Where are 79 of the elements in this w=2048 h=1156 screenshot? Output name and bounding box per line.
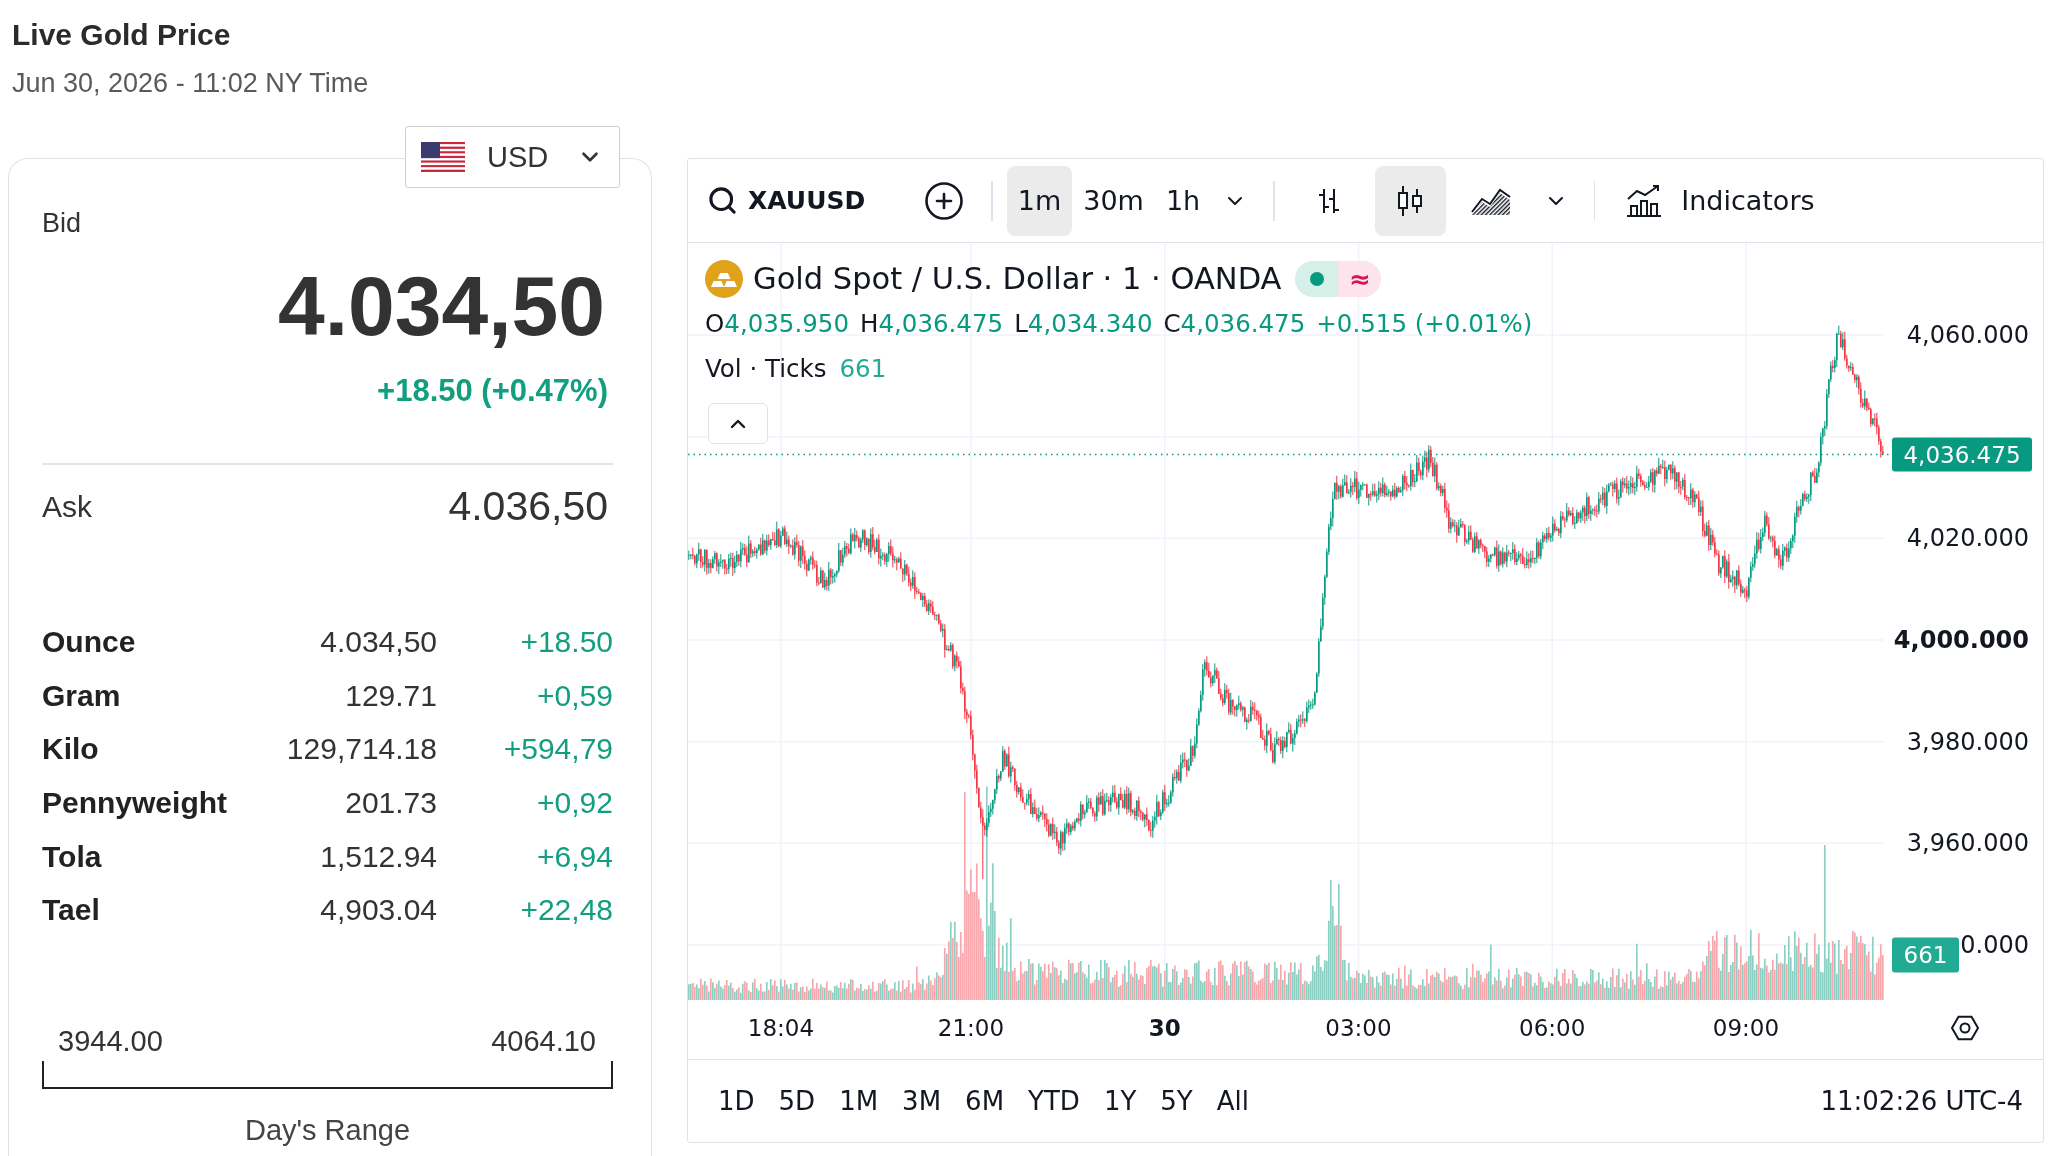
volume-label: Vol · Ticks <box>705 356 827 382</box>
settings-icon[interactable] <box>1950 1015 1980 1041</box>
range-tab[interactable]: 6M <box>953 1079 1017 1122</box>
volume-value: 661 <box>839 356 887 382</box>
clock: 11:02:26 UTC-4 <box>1820 1087 2023 1114</box>
ohlc-label: L <box>1014 311 1028 337</box>
range-tab[interactable]: 1M <box>827 1079 891 1122</box>
bid-price: 4.034,50 <box>277 261 605 351</box>
unit-change: +22,48 <box>519 895 613 926</box>
currency-select[interactable]: USD <box>405 126 620 188</box>
unit-name: Tael <box>42 895 101 926</box>
interval-tab[interactable]: 1h <box>1154 165 1212 236</box>
indicators-button[interactable]: Indicators <box>1609 165 1831 236</box>
unit-price: 4,903.04 <box>319 895 437 926</box>
time-axis-label: 21:00 <box>937 1015 1005 1041</box>
bar-line-chart-icon[interactable] <box>1625 183 1664 218</box>
ohlc-value: 4,036.475 <box>878 311 1004 337</box>
range-tab[interactable]: 1Y <box>1091 1079 1149 1122</box>
volume-tag: 661 <box>1892 937 1959 973</box>
range-tab[interactable]: All <box>1204 1079 1261 1122</box>
chart-type-button[interactable] <box>1374 165 1446 236</box>
ohlc-value: 4,034.340 <box>1027 311 1153 337</box>
unit-change: +0,92 <box>536 788 613 819</box>
price-axis-label: 4,020.000 <box>1906 524 2029 553</box>
ohlc-label: C <box>1163 311 1181 337</box>
us-flag-icon <box>421 142 465 172</box>
range-caption: Day's Range <box>243 1113 412 1148</box>
time-axis-label: 03:00 <box>1325 1015 1392 1041</box>
search-icon[interactable] <box>707 185 738 216</box>
range-high: 4064.10 <box>491 1026 596 1056</box>
unit-change: +594,79 <box>502 734 613 765</box>
range-low: 3944.00 <box>58 1026 163 1056</box>
unit-name: Gram <box>42 680 122 711</box>
page-title: Live Gold Price <box>12 17 232 53</box>
unit-change: +18.50 <box>519 627 613 658</box>
ohlc-change: +0.515 (+0.01%) <box>1316 311 1533 337</box>
unit-name: Pennyweight <box>42 788 229 819</box>
time-axis-label: 09:00 <box>1712 1015 1780 1041</box>
ask-label: Ask <box>42 491 92 522</box>
ohlc-value: 4,035.950 <box>724 311 849 337</box>
range-tab[interactable]: 1D <box>706 1079 767 1122</box>
interval-tab[interactable]: 1m <box>1006 165 1073 236</box>
unit-name: Kilo <box>42 734 100 765</box>
unit-price: 1,512.94 <box>319 841 437 872</box>
unit-change: +0,59 <box>536 680 613 711</box>
unit-price: 129.71 <box>344 680 437 711</box>
range-tab[interactable]: YTD <box>1016 1079 1092 1122</box>
range-tab[interactable]: 5D <box>766 1079 828 1122</box>
range-tab[interactable]: 3M <box>890 1079 954 1122</box>
last-price-tag: 4,036.475 <box>1892 437 2032 472</box>
bid-label: Bid <box>42 207 83 240</box>
price-axis-label: 4,060.000 <box>1906 321 2029 349</box>
timestamp: Jun 30, 2026 - 11:02 NY Time <box>12 67 370 100</box>
price-axis-label: 4,000.000 <box>1893 626 2029 654</box>
time-axis-label: 06:00 <box>1519 1015 1586 1041</box>
unit-name: Ounce <box>42 627 137 658</box>
ohlc-label: H <box>860 311 879 337</box>
approx-sign: ≈ <box>1338 261 1382 297</box>
interval-tab[interactable]: 30m <box>1072 165 1155 236</box>
price-axis-label: 0.000 <box>1960 931 2029 959</box>
price-axis-label: 3,980.000 <box>1906 727 2029 756</box>
unit-price: 201.73 <box>344 788 437 819</box>
time-axis-label: 18:04 <box>747 1015 815 1041</box>
price-axis-label: 3,960.000 <box>1906 829 2029 858</box>
ask-price: 4.036,50 <box>448 486 608 527</box>
plus-circle-icon[interactable] <box>923 179 966 222</box>
ohlc-value: 4,036.475 <box>1180 311 1306 337</box>
range-tab[interactable]: 5Y <box>1148 1079 1205 1122</box>
price-change: +18.50 (+0.47%) <box>376 373 608 409</box>
unit-price: 129,714.18 <box>285 734 437 765</box>
coin-icon <box>705 260 743 298</box>
ohlc-label: O <box>705 311 725 337</box>
symbol-title: Gold Spot / U.S. Dollar · 1 · OANDA <box>753 263 1282 295</box>
time-axis-label: 30 <box>1148 1015 1181 1041</box>
unit-name: Tola <box>42 841 103 872</box>
candlestick-icon[interactable] <box>1396 184 1425 217</box>
unit-change: +6,94 <box>536 841 613 872</box>
symbol-search-button[interactable]: XAUUSD <box>707 165 866 236</box>
unit-price: 4.034,50 <box>319 627 437 658</box>
